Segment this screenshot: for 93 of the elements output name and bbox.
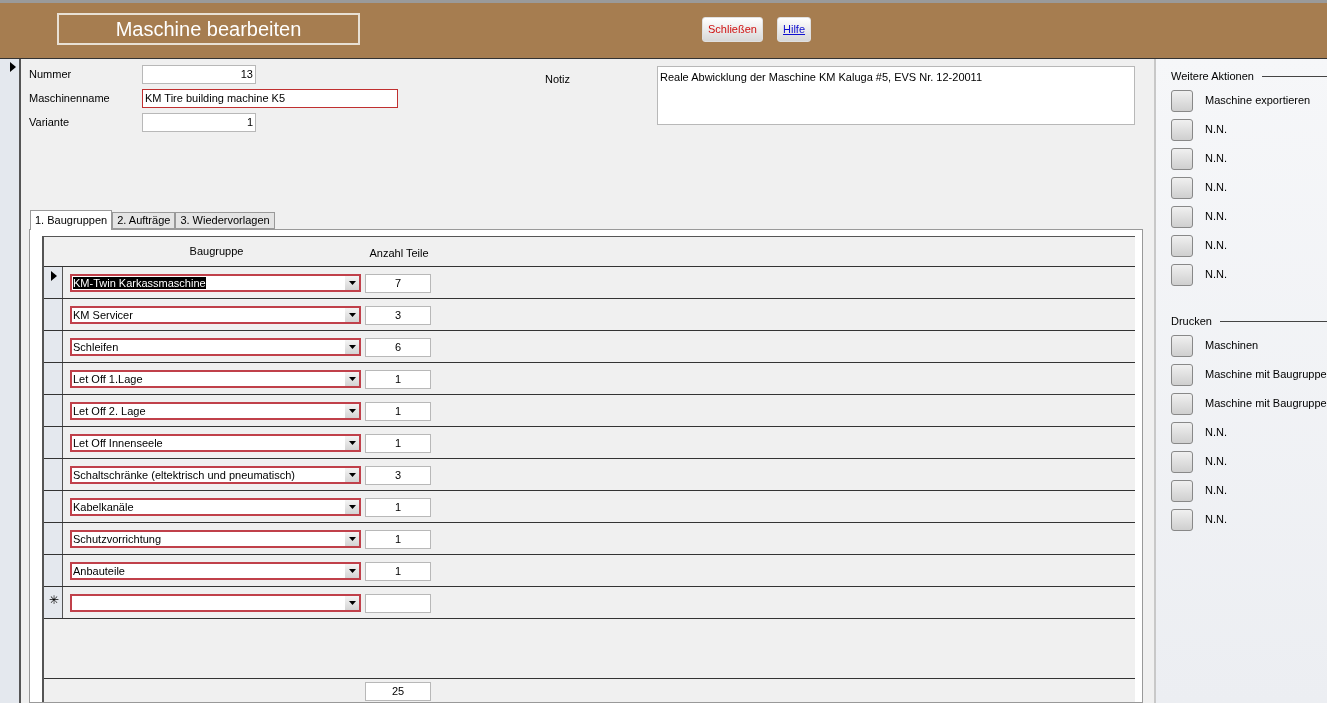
action-button[interactable] [1171,335,1193,357]
action-button[interactable] [1171,177,1193,199]
action-label: Maschine mit Baugruppe [1205,396,1327,411]
row-selector[interactable] [44,555,63,586]
action-button[interactable] [1171,364,1193,386]
action-button[interactable] [1171,393,1193,415]
action-label: N.N. [1205,180,1227,195]
action-label: Maschine exportieren [1205,93,1311,108]
new-record-marker: ✳ [49,593,59,607]
caret-icon [348,345,356,349]
action-label: N.N. [1205,512,1227,527]
quantity-field[interactable]: 1 [365,402,431,421]
action-button[interactable] [1171,119,1193,141]
help-button[interactable]: Hilfe [777,17,811,42]
close-button[interactable]: Schließen [702,17,763,42]
group-dropdown[interactable]: Anbauteile [70,562,361,580]
action-label: N.N. [1205,209,1227,224]
quantity-field[interactable]: 3 [365,466,431,485]
field-label: Maschinenname [29,91,111,106]
caret-icon [348,473,356,477]
action-label: N.N. [1205,238,1227,253]
note-field[interactable]: Reale Abwicklung der Maschine KM Kaluga #5, EVS Nr. 12-20011 [657,66,1135,125]
row-selector[interactable] [44,491,63,522]
row-selector[interactable] [44,523,63,554]
window-title: Maschine bearbeiten [57,13,360,45]
action-button[interactable] [1171,451,1193,473]
row-selector[interactable] [44,267,63,298]
quantity-field[interactable]: 1 [365,370,431,389]
quantity-field[interactable]: 6 [365,338,431,357]
action-label: N.N. [1205,454,1227,469]
text-field[interactable]: KM Tire building machine K5 [142,89,398,108]
caret-icon [348,281,356,285]
row-selector[interactable] [44,459,63,490]
text-field[interactable]: 13 [142,65,256,84]
row-selector[interactable] [44,395,63,426]
section-title: Weitere Aktionen [1171,68,1254,84]
action-button[interactable] [1171,206,1193,228]
quantity-field[interactable]: 1 [365,530,431,549]
quantity-field[interactable]: 7 [365,274,431,293]
action-button[interactable] [1171,480,1193,502]
field-label: Notiz [545,72,572,87]
tab[interactable]: 3. Wiedervorlagen [175,212,275,229]
tab[interactable]: 2. Aufträge [112,212,176,229]
record-pointer-icon [10,62,16,72]
action-button[interactable] [1171,422,1193,444]
group-dropdown[interactable]: Let Off 1.Lage [70,370,361,388]
action-button[interactable] [1171,509,1193,531]
group-dropdown[interactable]: Schaltschränke (eltektrisch und pneumatisch) [70,466,361,484]
action-label: N.N. [1205,267,1227,282]
caret-icon [348,313,356,317]
action-label: Maschinen [1205,338,1259,353]
group-dropdown[interactable]: KM Servicer [70,306,361,324]
action-label: Maschine mit Baugruppe [1205,367,1327,382]
row-selector-icon [51,271,57,281]
group-dropdown[interactable] [70,594,361,612]
text-field[interactable]: 1 [142,113,256,132]
group-dropdown[interactable]: Kabelkanäle [70,498,361,516]
row-selector[interactable] [44,363,63,394]
action-label: N.N. [1205,483,1227,498]
action-button[interactable] [1171,90,1193,112]
row-selector[interactable] [44,427,63,458]
row-selector[interactable] [44,331,63,362]
group-dropdown[interactable]: KM-Twin Karkassmaschine [70,274,361,292]
column-header: Baugruppe [188,244,245,259]
group-dropdown[interactable]: Let Off Innenseele [70,434,361,452]
caret-icon [348,601,356,605]
caret-icon [348,537,356,541]
row-selector[interactable] [44,299,63,330]
quantity-field[interactable]: 1 [365,434,431,453]
group-dropdown[interactable]: Let Off 2. Lage [70,402,361,420]
group-dropdown[interactable]: Schleifen [70,338,361,356]
action-button[interactable] [1171,148,1193,170]
caret-icon [348,377,356,381]
quantity-field[interactable]: 25 [365,682,431,701]
group-dropdown[interactable]: Schutzvorrichtung [70,530,361,548]
action-label: N.N. [1205,151,1227,166]
quantity-field[interactable]: 1 [365,498,431,517]
field-label: Variante [29,115,71,130]
action-button[interactable] [1171,264,1193,286]
quantity-field[interactable]: 1 [365,562,431,581]
caret-icon [348,409,356,413]
field-label: Nummer [29,67,73,82]
action-label: N.N. [1205,122,1227,137]
quantity-field[interactable] [365,594,431,613]
quantity-field[interactable]: 3 [365,306,431,325]
caret-icon [348,505,356,509]
tab[interactable]: 1. Baugruppen [30,210,113,230]
caret-icon [348,441,356,445]
section-title: Drucken [1171,313,1212,329]
column-header: Anzahl Teile [368,246,430,261]
action-button[interactable] [1171,235,1193,257]
caret-icon [348,569,356,573]
action-label: N.N. [1205,425,1227,440]
